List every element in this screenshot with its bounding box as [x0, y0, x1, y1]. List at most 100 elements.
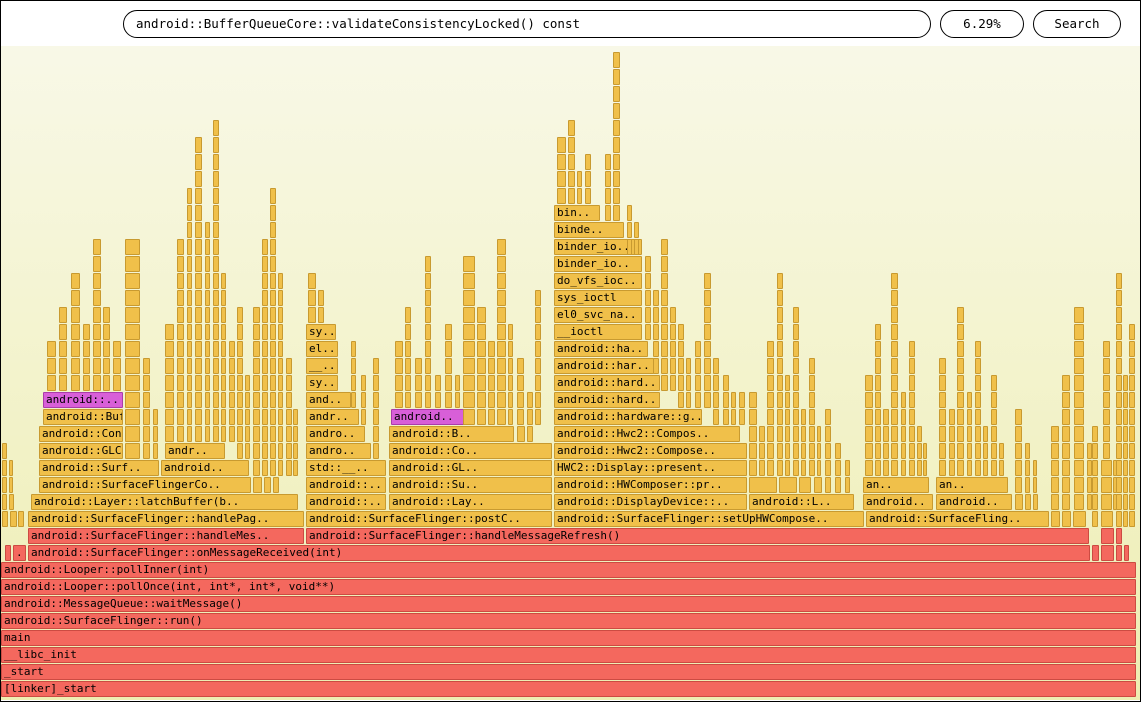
flame-frame[interactable]	[187, 205, 192, 221]
flame-frame[interactable]	[213, 426, 219, 442]
flame-frame[interactable]	[245, 392, 250, 408]
flame-frame[interactable]	[497, 375, 506, 391]
flame-frame[interactable]	[187, 273, 192, 289]
flame-frame[interactable]	[793, 375, 799, 391]
flame-frame[interactable]	[653, 324, 659, 340]
flame-frame[interactable]	[405, 324, 411, 340]
flame-frame[interactable]	[497, 256, 506, 272]
flame-frame[interactable]	[253, 324, 260, 340]
flame-frame[interactable]	[425, 341, 431, 357]
flame-frame[interactable]	[527, 392, 533, 408]
flame-frame[interactable]	[286, 426, 292, 442]
flame-frame[interactable]	[361, 392, 366, 408]
flame-frame[interactable]	[165, 426, 174, 442]
flame-frame[interactable]	[723, 392, 729, 408]
flame-frame[interactable]	[535, 324, 541, 340]
flame-frame[interactable]	[425, 324, 431, 340]
flame-frame[interactable]	[1074, 341, 1084, 357]
flame-frame[interactable]	[245, 409, 250, 425]
flame-frame[interactable]	[187, 307, 192, 323]
flame-frame[interactable]: __libc_init	[1, 647, 1136, 663]
flame-frame[interactable]	[165, 409, 174, 425]
flame-frame[interactable]	[262, 358, 268, 374]
flame-frame[interactable]	[187, 290, 192, 306]
flame-frame[interactable]	[1101, 528, 1114, 544]
flame-frame[interactable]	[957, 409, 964, 425]
flame-frame[interactable]	[2, 511, 8, 527]
flame-frame[interactable]	[883, 426, 889, 442]
flame-frame[interactable]	[93, 239, 101, 255]
flame-frame[interactable]	[103, 341, 110, 357]
flame-frame[interactable]	[695, 341, 701, 357]
flame-frame[interactable]	[270, 324, 276, 340]
flame-frame[interactable]	[187, 188, 192, 204]
flame-frame[interactable]	[270, 443, 276, 459]
flame-frame[interactable]	[1074, 494, 1084, 510]
flame-frame[interactable]	[704, 273, 711, 289]
flame-frame[interactable]	[557, 171, 566, 187]
flame-frame[interactable]	[527, 426, 533, 442]
flame-frame[interactable]: _start	[1, 664, 1136, 680]
flame-frame[interactable]	[270, 358, 276, 374]
flame-frame[interactable]	[767, 426, 774, 442]
flame-frame[interactable]	[1062, 443, 1070, 459]
flame-frame[interactable]	[835, 477, 841, 493]
flame-frame[interactable]	[415, 358, 422, 374]
flame-frame[interactable]	[517, 375, 524, 391]
flame-frame[interactable]	[809, 392, 815, 408]
flame-frame[interactable]	[195, 137, 202, 153]
flame-frame[interactable]	[213, 171, 219, 187]
flame-frame[interactable]	[793, 307, 799, 323]
flame-frame[interactable]	[270, 273, 276, 289]
flame-frame[interactable]	[535, 358, 541, 374]
flame-frame[interactable]	[809, 409, 815, 425]
flame-frame[interactable]	[59, 307, 67, 323]
flame-frame[interactable]	[395, 375, 403, 391]
flame-frame[interactable]	[949, 409, 955, 425]
flame-frame[interactable]	[213, 120, 219, 136]
flame-frame[interactable]	[517, 392, 524, 408]
flame-frame[interactable]	[1123, 426, 1128, 442]
flame-frame[interactable]	[195, 205, 202, 221]
flame-frame[interactable]	[18, 511, 24, 527]
flame-frame[interactable]	[143, 358, 150, 374]
flame-frame[interactable]	[1062, 511, 1071, 527]
flame-frame[interactable]	[113, 358, 121, 374]
flame-frame[interactable]	[777, 375, 783, 391]
flame-frame[interactable]	[125, 307, 140, 323]
flame-frame[interactable]	[1074, 477, 1084, 493]
flame-frame[interactable]	[425, 307, 431, 323]
flame-frame[interactable]	[568, 137, 575, 153]
flame-frame[interactable]	[125, 443, 140, 459]
flame-frame[interactable]	[229, 426, 235, 442]
flame-frame[interactable]	[1129, 426, 1135, 442]
flame-frame[interactable]: android::..	[43, 392, 123, 408]
flame-frame[interactable]	[613, 86, 620, 102]
flame-frame[interactable]	[1101, 494, 1112, 510]
flame-frame[interactable]	[917, 443, 922, 459]
flame-frame[interactable]	[221, 409, 226, 425]
flame-frame[interactable]	[991, 426, 997, 442]
flame-frame[interactable]	[125, 256, 140, 272]
flame-frame[interactable]: binder_io..	[554, 256, 642, 272]
flame-frame[interactable]	[975, 426, 981, 442]
flame-frame[interactable]	[767, 409, 774, 425]
flame-frame[interactable]: android::Layer::latchBuffer(b..	[31, 494, 298, 510]
flame-frame[interactable]	[125, 409, 140, 425]
flame-frame[interactable]	[661, 307, 668, 323]
flame-frame[interactable]	[613, 171, 620, 187]
flame-frame[interactable]	[278, 307, 283, 323]
flame-frame[interactable]	[653, 290, 659, 306]
flame-frame[interactable]	[557, 137, 566, 153]
flame-frame[interactable]	[739, 392, 745, 408]
flame-frame[interactable]	[205, 375, 210, 391]
flame-frame[interactable]	[670, 324, 676, 340]
flame-frame[interactable]	[779, 477, 797, 493]
flame-frame[interactable]: android::GL..	[389, 460, 552, 476]
flame-frame[interactable]	[262, 256, 268, 272]
flame-frame[interactable]	[777, 392, 783, 408]
flame-frame[interactable]	[195, 290, 202, 306]
flame-frame[interactable]	[865, 375, 873, 391]
flame-frame[interactable]	[477, 341, 486, 357]
flame-frame[interactable]	[817, 426, 821, 442]
